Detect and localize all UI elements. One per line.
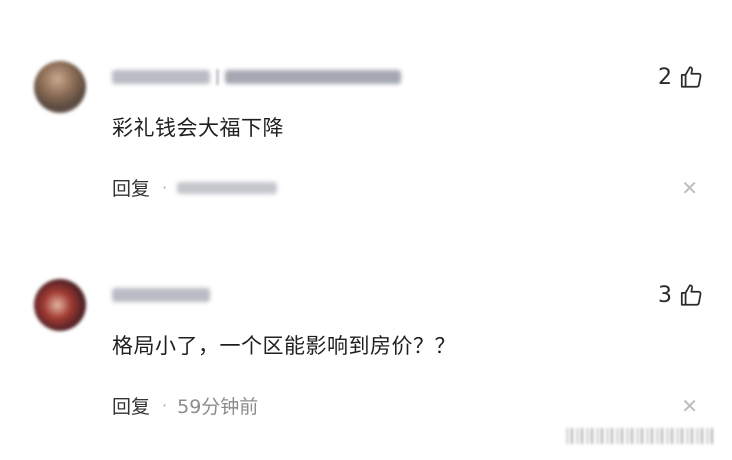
username-blur-part bbox=[112, 288, 210, 302]
timestamp-blurred bbox=[177, 181, 278, 194]
comment-meta: 回复 · bbox=[112, 174, 278, 201]
like-button[interactable]: 2 bbox=[658, 64, 704, 90]
comment-meta: 回复 · 59分钟前 bbox=[112, 392, 258, 419]
user-tag-blur bbox=[225, 70, 401, 84]
username-separator bbox=[216, 69, 219, 85]
watermark bbox=[566, 428, 716, 444]
close-icon[interactable]: ✕ bbox=[681, 178, 698, 198]
avatar[interactable] bbox=[34, 61, 86, 113]
timestamp: 59分钟前 bbox=[177, 396, 259, 418]
like-count: 3 bbox=[658, 282, 672, 308]
comment-text: 格局小了，一个区能影响到房价？？ bbox=[112, 334, 456, 358]
thumbs-up-icon bbox=[678, 64, 704, 90]
username-blurred[interactable] bbox=[112, 68, 401, 86]
reply-button[interactable]: 回复 bbox=[112, 392, 150, 419]
avatar[interactable] bbox=[34, 279, 86, 331]
reply-button[interactable]: 回复 bbox=[112, 174, 150, 201]
like-count: 2 bbox=[658, 64, 672, 90]
meta-separator: · bbox=[162, 396, 168, 415]
like-button[interactable]: 3 bbox=[658, 282, 704, 308]
comment-list: 彩礼钱会大福下降 回复 · 2 ✕ 格局小了，一个区能影响到房价？？ 回复 · bbox=[0, 0, 732, 460]
username-blurred[interactable] bbox=[112, 286, 210, 304]
close-icon[interactable]: ✕ bbox=[681, 396, 698, 416]
meta-separator: · bbox=[162, 178, 168, 197]
username-blur-part bbox=[112, 70, 210, 84]
comment-text: 彩礼钱会大福下降 bbox=[112, 116, 284, 140]
thumbs-up-icon bbox=[678, 282, 704, 308]
